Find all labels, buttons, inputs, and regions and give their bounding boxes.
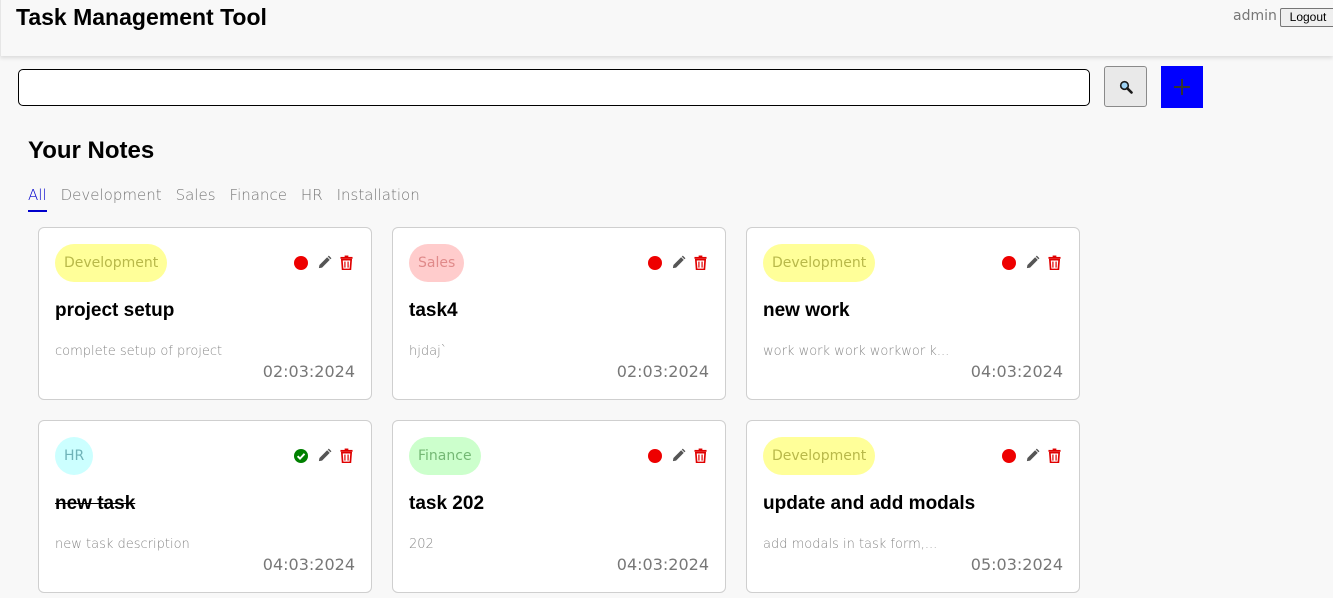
app-header: Task Management Tool admin Logout bbox=[0, 0, 1333, 56]
note-title: task4 bbox=[409, 300, 458, 321]
note-date: 05:03:2024 bbox=[970, 555, 1063, 574]
trash-icon[interactable] bbox=[340, 448, 355, 463]
note-date: 04:03:2024 bbox=[616, 555, 709, 574]
card-actions bbox=[648, 255, 709, 270]
pending-status-icon[interactable] bbox=[648, 448, 662, 463]
card-actions bbox=[294, 448, 355, 463]
note-card[interactable]: Development update and add modals add moda… bbox=[746, 420, 1080, 593]
note-card[interactable]: Finance task 202 202 04:03:2024 bbox=[392, 420, 726, 593]
note-title: update and add modals bbox=[763, 493, 976, 514]
tab-sales[interactable]: Sales bbox=[176, 186, 216, 212]
note-date: 04:03:2024 bbox=[970, 362, 1063, 381]
tab-finance[interactable]: Finance bbox=[230, 186, 287, 212]
pencil-icon[interactable] bbox=[1025, 255, 1040, 270]
category-badge: Finance bbox=[409, 437, 481, 475]
note-title: new work bbox=[763, 300, 850, 321]
category-tabs: All Development Sales Finance HR Installation bbox=[28, 186, 434, 212]
completed-check-icon[interactable] bbox=[294, 448, 308, 463]
pending-status-icon[interactable] bbox=[1002, 448, 1016, 463]
section-title: Your Notes bbox=[28, 137, 155, 164]
category-badge: Development bbox=[55, 244, 168, 282]
note-card[interactable]: Sales task4 hjdaj` 02:03:2024 bbox=[392, 227, 726, 400]
plus-icon bbox=[1172, 77, 1192, 97]
category-badge: Sales bbox=[409, 244, 465, 282]
card-actions bbox=[1002, 255, 1063, 270]
note-description: complete setup of project bbox=[55, 344, 223, 359]
card-actions bbox=[1002, 448, 1063, 463]
search-input[interactable] bbox=[18, 69, 1090, 106]
note-description: add modals in task form,... bbox=[763, 537, 938, 552]
note-description: work work work workwor k... bbox=[763, 344, 950, 359]
add-note-button[interactable] bbox=[1161, 66, 1203, 108]
logout-button[interactable]: Logout bbox=[1280, 8, 1333, 27]
category-badge: HR bbox=[55, 437, 94, 475]
category-badge: Development bbox=[763, 437, 876, 475]
pencil-icon[interactable] bbox=[671, 255, 686, 270]
trash-icon[interactable] bbox=[340, 255, 355, 270]
note-card[interactable]: Development project setup complete setup o… bbox=[38, 227, 372, 400]
note-date: 04:03:2024 bbox=[262, 555, 355, 574]
search-button[interactable] bbox=[1104, 66, 1147, 107]
pencil-icon[interactable] bbox=[1025, 448, 1040, 463]
note-date: 02:03:2024 bbox=[616, 362, 709, 381]
trash-icon[interactable] bbox=[1048, 448, 1063, 463]
trash-icon[interactable] bbox=[694, 448, 709, 463]
note-card[interactable]: HR new task new task description 04:03:2024 bbox=[38, 420, 372, 593]
category-badge: Development bbox=[763, 244, 876, 282]
card-actions bbox=[648, 448, 709, 463]
trash-icon[interactable] bbox=[1048, 255, 1063, 270]
note-date: 02:03:2024 bbox=[262, 362, 355, 381]
pencil-icon[interactable] bbox=[317, 448, 332, 463]
pending-status-icon[interactable] bbox=[648, 255, 662, 270]
note-description: hjdaj` bbox=[409, 344, 448, 359]
tab-development[interactable]: Development bbox=[61, 186, 162, 212]
note-title: project setup bbox=[55, 300, 175, 321]
trash-icon[interactable] bbox=[694, 255, 709, 270]
magnifier-icon bbox=[1119, 80, 1133, 94]
tab-hr[interactable]: HR bbox=[301, 186, 323, 212]
pencil-icon[interactable] bbox=[671, 448, 686, 463]
pending-status-icon[interactable] bbox=[1002, 255, 1016, 270]
note-title: task 202 bbox=[409, 493, 485, 514]
tab-installation[interactable]: Installation bbox=[337, 186, 420, 212]
note-card[interactable]: Development new work work work work workwo… bbox=[746, 227, 1080, 400]
note-description: 202 bbox=[409, 537, 434, 552]
tab-all[interactable]: All bbox=[28, 186, 47, 212]
note-description: new task description bbox=[55, 537, 190, 552]
username-label: admin bbox=[1233, 8, 1277, 24]
pending-status-icon[interactable] bbox=[294, 255, 308, 270]
pencil-icon[interactable] bbox=[317, 255, 332, 270]
app-title: Task Management Tool bbox=[16, 4, 267, 30]
card-actions bbox=[294, 255, 355, 270]
note-title: new task bbox=[55, 493, 136, 514]
